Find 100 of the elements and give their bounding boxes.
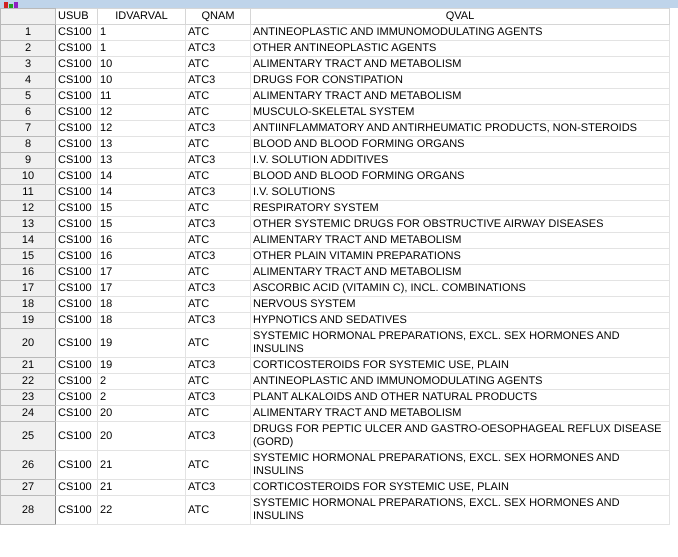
table-cell: 18 xyxy=(98,312,186,328)
column-header[interactable]: QNAM xyxy=(186,8,250,24)
table-cell: ANTINEOPLASTIC AND IMMUNOMODULATING AGENTS xyxy=(250,24,670,40)
table-cell: 13 xyxy=(98,136,186,152)
table-cell: I.V. SOLUTIONS xyxy=(250,184,670,200)
row-number[interactable]: 8 xyxy=(0,136,56,152)
row-number[interactable]: 27 xyxy=(0,480,56,496)
table-cell: CS100 xyxy=(56,104,98,120)
table-cell: 17 xyxy=(98,280,186,296)
table-cell: ATC3 xyxy=(186,312,250,328)
row-number[interactable]: 24 xyxy=(0,406,56,422)
table-cell: ANTINEOPLASTIC AND IMMUNOMODULATING AGENTS xyxy=(250,374,670,390)
row-number[interactable]: 16 xyxy=(0,264,56,280)
table-cell: ATC3 xyxy=(186,390,250,406)
table-cell: CS100 xyxy=(56,72,98,88)
table-cell: CS100 xyxy=(56,296,98,312)
table-cell: ATC xyxy=(186,56,250,72)
table-cell: ALIMENTARY TRACT AND METABOLISM xyxy=(250,56,670,72)
row-number[interactable]: 28 xyxy=(0,496,56,524)
row-number[interactable]: 25 xyxy=(0,422,56,450)
table-cell: CS100 xyxy=(56,248,98,264)
table-cell: ATC xyxy=(186,496,250,524)
table-cell: SYSTEMIC HORMONAL PREPARATIONS, EXCL. SEX HORMONES AND INSULINS xyxy=(250,496,670,524)
table-cell: CS100 xyxy=(56,168,98,184)
table-cell: 19 xyxy=(98,358,186,374)
table-cell: 10 xyxy=(98,56,186,72)
table-cell: CS100 xyxy=(56,88,98,104)
row-number[interactable]: 15 xyxy=(0,248,56,264)
row-number[interactable]: 7 xyxy=(0,120,56,136)
table-cell: 15 xyxy=(98,216,186,232)
row-number[interactable]: 18 xyxy=(0,296,56,312)
table-cell: ANTIINFLAMMATORY AND ANTIRHEUMATIC PRODUCTS, NON-STEROIDS xyxy=(250,120,670,136)
table-cell: CS100 xyxy=(56,312,98,328)
table-cell: 18 xyxy=(98,296,186,312)
row-number[interactable]: 26 xyxy=(0,450,56,480)
table-cell: CS100 xyxy=(56,374,98,390)
table-cell: ATC xyxy=(186,88,250,104)
table-cell: ATC xyxy=(186,104,250,120)
table-cell: ALIMENTARY TRACT AND METABOLISM xyxy=(250,406,670,422)
table-cell: 20 xyxy=(98,422,186,450)
app-icon xyxy=(4,2,20,8)
row-number[interactable]: 6 xyxy=(0,104,56,120)
row-number[interactable]: 5 xyxy=(0,88,56,104)
table-cell: NERVOUS SYSTEM xyxy=(250,296,670,312)
table-cell: ASCORBIC ACID (VITAMIN C), INCL. COMBINATIONS xyxy=(250,280,670,296)
table-cell: CS100 xyxy=(56,24,98,40)
table-cell: BLOOD AND BLOOD FORMING ORGANS xyxy=(250,168,670,184)
table-cell: DRUGS FOR CONSTIPATION xyxy=(250,72,670,88)
table-cell: ATC xyxy=(186,232,250,248)
table-cell: 20 xyxy=(98,406,186,422)
table-cell: 2 xyxy=(98,374,186,390)
table-cell: I.V. SOLUTION ADDITIVES xyxy=(250,152,670,168)
row-number[interactable]: 23 xyxy=(0,390,56,406)
row-number[interactable]: 20 xyxy=(0,328,56,358)
table-cell: ATC xyxy=(186,296,250,312)
table-cell: ATC3 xyxy=(186,152,250,168)
table-cell: CS100 xyxy=(56,328,98,358)
row-number[interactable]: 14 xyxy=(0,232,56,248)
table-cell: OTHER ANTINEOPLASTIC AGENTS xyxy=(250,40,670,56)
table-cell: 12 xyxy=(98,104,186,120)
table-cell: 17 xyxy=(98,264,186,280)
row-number[interactable]: 4 xyxy=(0,72,56,88)
table-cell: CS100 xyxy=(56,56,98,72)
table-cell: CS100 xyxy=(56,280,98,296)
column-header[interactable]: IDVARVAL xyxy=(98,8,186,24)
table-cell: ATC3 xyxy=(186,40,250,56)
table-cell: 1 xyxy=(98,40,186,56)
table-cell: CS100 xyxy=(56,422,98,450)
table-cell: ALIMENTARY TRACT AND METABOLISM xyxy=(250,264,670,280)
table-cell: RESPIRATORY SYSTEM xyxy=(250,200,670,216)
table-cell: ATC3 xyxy=(186,358,250,374)
table-cell: ATC3 xyxy=(186,480,250,496)
row-number[interactable]: 3 xyxy=(0,56,56,72)
table-cell: 11 xyxy=(98,88,186,104)
row-number[interactable]: 13 xyxy=(0,216,56,232)
table-cell: ATC xyxy=(186,24,250,40)
row-number[interactable]: 1 xyxy=(0,24,56,40)
table-cell: CORTICOSTEROIDS FOR SYSTEMIC USE, PLAIN xyxy=(250,358,670,374)
column-header[interactable]: QVAL xyxy=(250,8,670,24)
column-header[interactable]: USUB xyxy=(56,8,98,24)
row-number[interactable]: 12 xyxy=(0,200,56,216)
table-cell: ATC xyxy=(186,374,250,390)
row-number[interactable]: 10 xyxy=(0,168,56,184)
table-cell: ALIMENTARY TRACT AND METABOLISM xyxy=(250,88,670,104)
row-number[interactable]: 22 xyxy=(0,374,56,390)
row-number[interactable]: 21 xyxy=(0,358,56,374)
row-number[interactable]: 9 xyxy=(0,152,56,168)
row-number[interactable]: 2 xyxy=(0,40,56,56)
row-number[interactable]: 11 xyxy=(0,184,56,200)
table-cell: CS100 xyxy=(56,184,98,200)
row-number[interactable]: 19 xyxy=(0,312,56,328)
table-cell: CS100 xyxy=(56,496,98,524)
table-cell: CS100 xyxy=(56,406,98,422)
table-cell: ATC3 xyxy=(186,422,250,450)
row-number[interactable]: 17 xyxy=(0,280,56,296)
table-cell: 13 xyxy=(98,152,186,168)
table-cell: ATC xyxy=(186,168,250,184)
table-cell: CS100 xyxy=(56,358,98,374)
table-cell: ATC3 xyxy=(186,72,250,88)
table-cell: CS100 xyxy=(56,480,98,496)
